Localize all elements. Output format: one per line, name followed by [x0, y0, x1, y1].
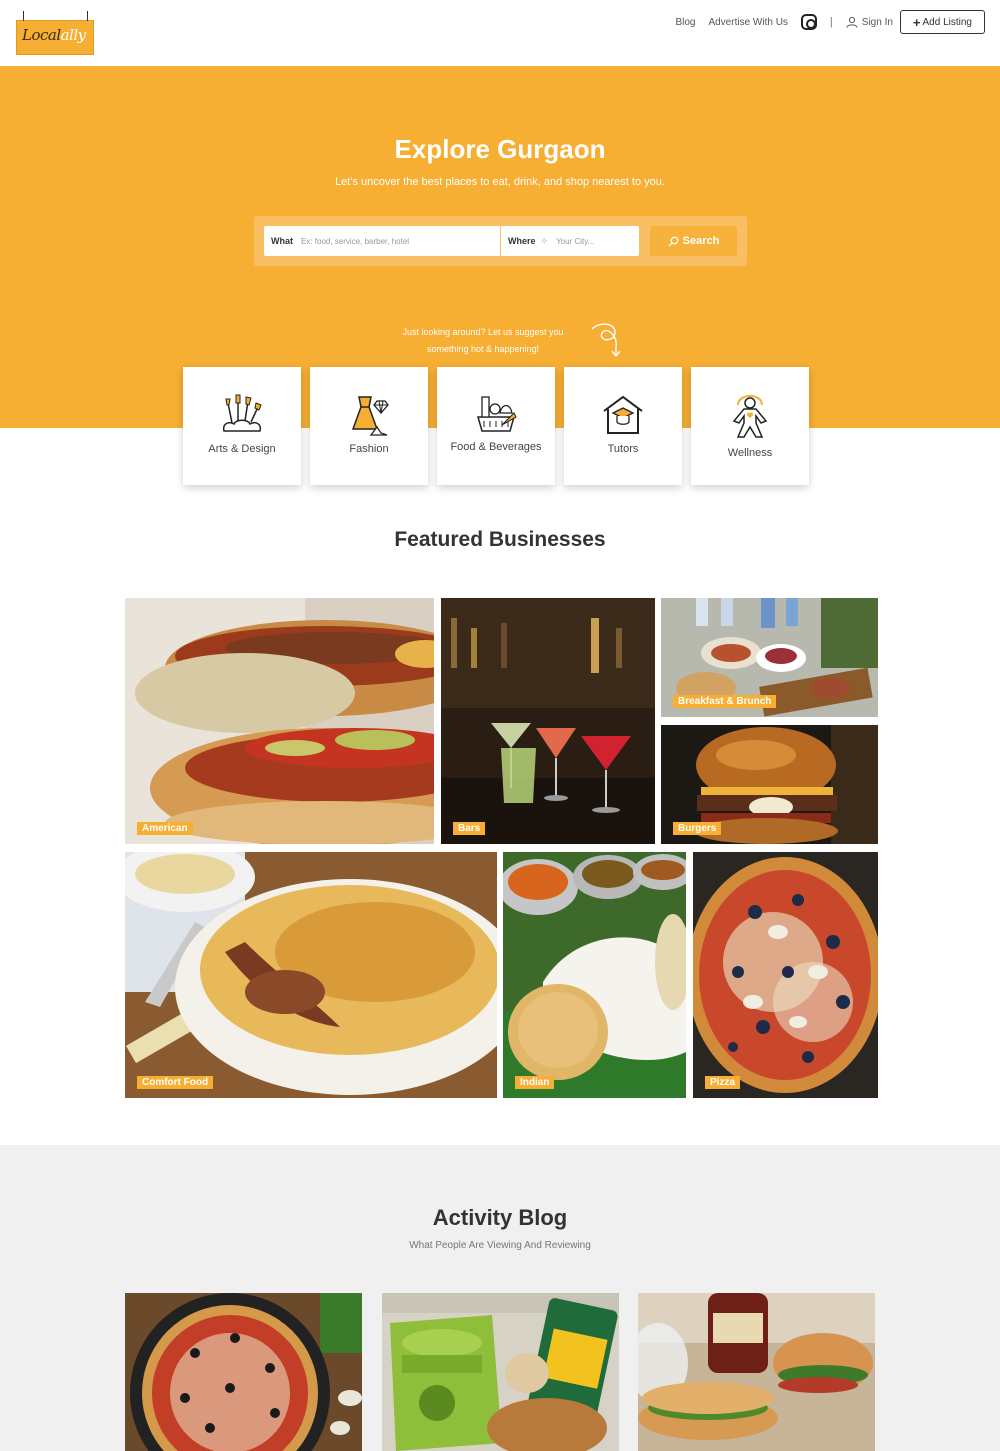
category-label: Wellness	[727, 447, 773, 459]
where-field[interactable]: Where ✧ Your City...	[501, 226, 639, 256]
featured-tile-pizza[interactable]: Pizza	[693, 852, 878, 1098]
nav-separator: |	[829, 16, 833, 28]
tile-label: Bars	[453, 822, 486, 835]
blog-subway-photo	[382, 1293, 619, 1451]
tile-label: Pizza	[705, 1076, 741, 1089]
search-button[interactable]: Search	[650, 226, 737, 256]
logo-text: Localally	[22, 26, 86, 44]
category-card-arts-design[interactable]: Arts & Design	[183, 367, 301, 485]
suggest-line-1: Just looking around? Let us suggest you	[402, 327, 564, 337]
location-icon: ✧	[540, 235, 549, 246]
tile-label: Comfort Food	[137, 1076, 214, 1089]
blog-title: Activity Blog	[432, 1205, 568, 1230]
add-listing-label: Add Listing	[922, 16, 972, 28]
search-button-label: Search	[682, 235, 720, 247]
tile-label: Breakfast & Brunch	[673, 695, 777, 708]
what-field[interactable]: What Ex: food, service, barber, hotel	[264, 226, 500, 256]
search-bar: What Ex: food, service, barber, hotel Wh…	[254, 216, 747, 266]
blog-card-subway[interactable]	[382, 1293, 619, 1451]
instagram-icon[interactable]	[800, 14, 817, 30]
featured-tile-indian[interactable]: Indian	[503, 852, 686, 1098]
hotdog-photo	[125, 598, 434, 844]
dress-icon	[351, 396, 389, 436]
brushes-icon	[222, 394, 262, 432]
category-card-food-beverages[interactable]: Food & Beverages	[437, 367, 555, 485]
top-nav: Blog Advertise With Us | Sign In + Add Li…	[675, 10, 985, 34]
tile-label: American	[137, 822, 193, 835]
grocery-basket-icon	[477, 396, 517, 432]
casserole-photo	[125, 852, 497, 1098]
thali-photo	[503, 852, 686, 1098]
what-placeholder: Ex: food, service, barber, hotel	[301, 236, 410, 246]
activity-blog-section: Activity Blog What People Are Viewing An…	[0, 1145, 1000, 1451]
featured-tile-bars[interactable]: Bars	[441, 598, 655, 844]
suggest-line-2: something hot & happening!	[426, 344, 540, 354]
featured-tile-burgers[interactable]: Burgers	[661, 725, 878, 844]
category-cards: Arts & Design Fashion Food & Beverages T…	[183, 367, 818, 485]
blog-card-pizza[interactable]	[125, 1293, 362, 1451]
user-icon	[846, 16, 858, 28]
where-placeholder: Your City...	[556, 236, 595, 246]
blog-sandwich-photo	[638, 1293, 875, 1451]
category-card-fashion[interactable]: Fashion	[310, 367, 428, 485]
featured-tile-american[interactable]: American	[125, 598, 434, 844]
add-listing-button[interactable]: + Add Listing	[899, 10, 985, 34]
suggest-text: Just looking around? Let us suggest you …	[383, 324, 583, 358]
blog-pizza-photo	[125, 1293, 362, 1451]
sign-in-link[interactable]: Sign In	[846, 16, 893, 28]
search-icon	[668, 236, 679, 246]
blog-subtitle: What People Are Viewing And Reviewing	[409, 1240, 591, 1251]
site-header: Localally Blog Advertise With Us | Sign …	[0, 0, 1000, 66]
plus-icon: +	[912, 14, 921, 30]
curly-arrow-icon	[591, 323, 621, 358]
blog-card-sandwich[interactable]	[638, 1293, 875, 1451]
category-card-tutors[interactable]: Tutors	[564, 367, 682, 485]
site-logo[interactable]: Localally	[16, 11, 94, 55]
hero-subtitle: Let's uncover the best places to eat, dr…	[335, 176, 665, 188]
category-label: Food & Beverages	[450, 441, 542, 453]
person-wellness-icon	[732, 395, 768, 438]
category-label: Arts & Design	[208, 443, 276, 455]
nav-blog-link[interactable]: Blog	[675, 17, 695, 28]
cocktails-photo	[441, 598, 655, 844]
nav-advertise-link[interactable]: Advertise With Us	[708, 17, 787, 28]
category-label: Tutors	[607, 443, 639, 455]
what-label: What	[271, 236, 293, 246]
sign-in-label: Sign In	[861, 16, 893, 28]
logo-hook	[23, 11, 24, 21]
hero-title: Explore Gurgaon	[394, 134, 606, 164]
where-label: Where	[508, 236, 536, 246]
school-house-icon	[603, 395, 643, 434]
featured-tile-breakfast-brunch[interactable]: Breakfast & Brunch	[661, 598, 878, 717]
logo-hook	[87, 11, 88, 21]
category-card-wellness[interactable]: Wellness	[691, 367, 809, 485]
tile-label: Burgers	[673, 822, 722, 835]
pizza-photo	[693, 852, 878, 1098]
featured-tile-comfort-food[interactable]: Comfort Food	[125, 852, 497, 1098]
featured-title: Featured Businesses	[394, 528, 606, 551]
tile-label: Indian	[515, 1076, 555, 1089]
category-label: Fashion	[349, 443, 389, 455]
